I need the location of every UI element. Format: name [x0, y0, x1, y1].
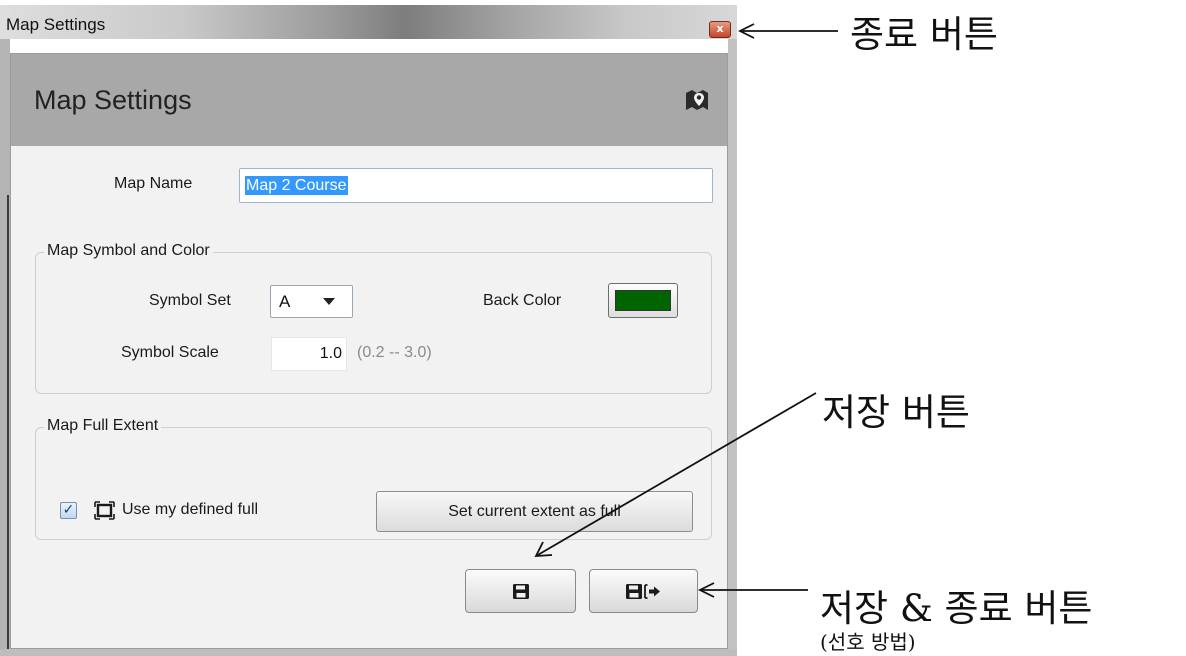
symbol-color-group-title: Map Symbol and Color: [44, 242, 213, 260]
annotation-close-button: 종료 버튼: [850, 13, 998, 56]
checkmark-icon: ✓: [62, 502, 75, 518]
back-color-label: Back Color: [483, 292, 562, 309]
window-frame-divider: [7, 195, 9, 650]
back-color-button[interactable]: [608, 283, 678, 318]
panel-title: Map Settings: [34, 85, 192, 115]
back-color-swatch: [615, 290, 671, 311]
annotation-preferred: (선호 방법): [820, 630, 916, 654]
annotation-save-button: 저장 버튼: [822, 391, 970, 434]
use-full-label: Use my defined full: [122, 501, 259, 518]
symbol-color-group: Map Symbol and Color: [35, 242, 712, 394]
panel-header: Map Settings: [11, 54, 727, 146]
symbol-scale-input[interactable]: 1.0: [271, 337, 347, 371]
window-close-button[interactable]: x: [709, 21, 731, 38]
use-full-checkbox[interactable]: ✓: [60, 502, 77, 519]
symbol-set-label: Symbol Set: [149, 292, 231, 309]
symbol-set-value: A: [279, 292, 291, 311]
set-extent-button[interactable]: Set current extent as full: [376, 491, 693, 532]
map-marker-icon: [686, 90, 708, 110]
save-button[interactable]: [465, 569, 576, 613]
symbol-scale-range: (0.2 -- 3.0): [357, 344, 432, 361]
settings-panel: Map Settings Map Name Map 2 Course Map S…: [10, 53, 728, 649]
window-frame-right: [728, 39, 737, 654]
chevron-down-icon: [323, 298, 335, 305]
map-name-label: Map Name: [114, 175, 193, 192]
window-title: Map Settings: [6, 15, 106, 34]
save-close-button[interactable]: [589, 569, 698, 613]
map-name-input[interactable]: Map 2 Course: [239, 168, 713, 203]
map-name-value: Map 2 Course: [245, 176, 348, 195]
symbol-set-select[interactable]: A: [270, 285, 353, 318]
full-extent-icon: [94, 501, 115, 520]
symbol-scale-label: Symbol Scale: [121, 344, 219, 361]
window-frame-bottom: [0, 649, 737, 656]
floppy-disk-icon: [513, 584, 529, 599]
full-extent-group-title: Map Full Extent: [44, 417, 162, 435]
annotation-save-close-button: 저장 & 종료 버튼: [820, 587, 1093, 630]
window-titlebar: [0, 5, 737, 39]
floppy-disk-exit-icon: [626, 584, 660, 599]
symbol-scale-value: 1.0: [319, 345, 342, 362]
